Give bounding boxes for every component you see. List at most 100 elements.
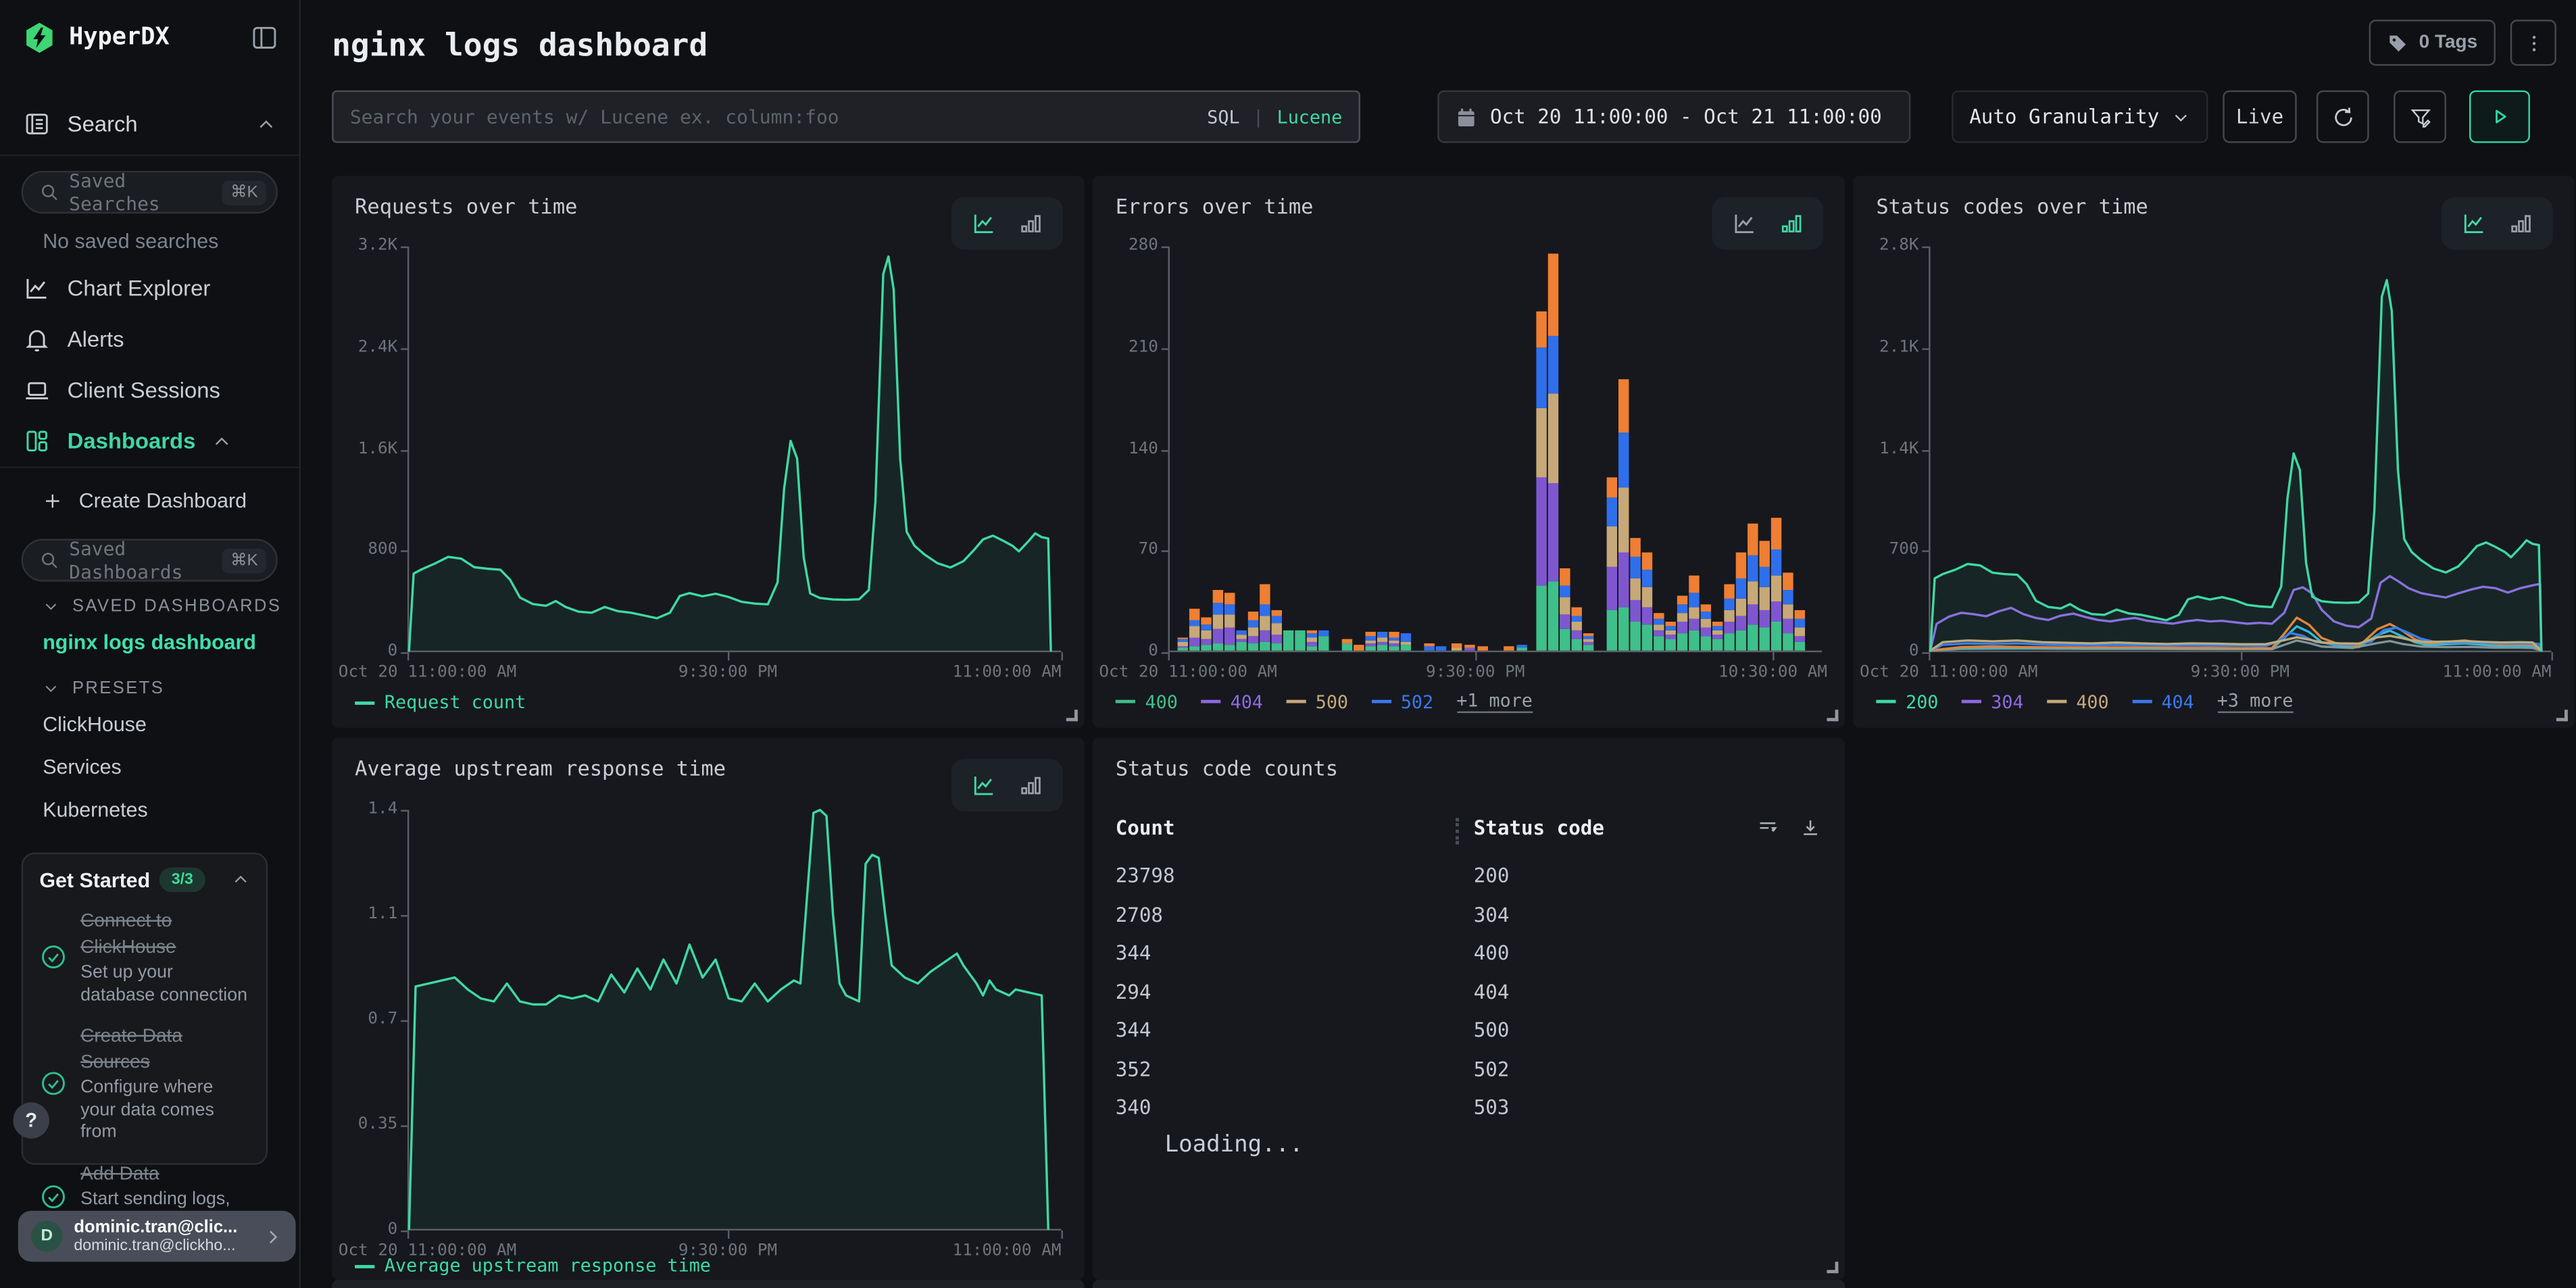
x-axis-tick — [728, 652, 729, 660]
table-row[interactable]: 344400 — [1116, 941, 1822, 977]
legend-item[interactable]: 502 — [1371, 691, 1433, 712]
plot-area[interactable] — [1929, 247, 2551, 652]
search-section-label: Search — [68, 112, 138, 136]
sidebar-collapse-icon[interactable] — [250, 23, 280, 53]
y-axis-label: 2.8K — [1853, 237, 1918, 255]
table-row[interactable]: 340503 — [1116, 1096, 1822, 1132]
requests-chart[interactable]: 3.2K2.4K1.6K8000Oct 20 11:00:00 AM9:30:0… — [332, 176, 1084, 728]
saved-dashboards-input[interactable]: Saved Dashboards ⌘K — [22, 539, 278, 581]
lucene-toggle[interactable]: Lucene — [1277, 106, 1343, 128]
app-window: HyperDX Search Saved Searches ⌘K No save… — [0, 0, 2576, 1288]
sidebar-item-label: Chart Explorer — [68, 276, 211, 300]
refresh-button[interactable] — [2317, 91, 2369, 143]
line-chart-toggle-icon[interactable] — [971, 210, 997, 237]
legend-label: 400 — [1145, 691, 1177, 712]
resize-handle-icon[interactable] — [1827, 1262, 1838, 1273]
table-row[interactable]: 2708304 — [1116, 903, 1822, 939]
plot-area[interactable] — [1168, 247, 1823, 652]
sidebar-item-nginx-logs-dashboard[interactable]: nginx logs dashboard — [0, 621, 299, 664]
sidebar-item-chart-explorer[interactable]: Chart Explorer — [0, 263, 299, 314]
line-chart-toggle-icon[interactable] — [971, 772, 997, 799]
panel-requests-over-time: Requests over time 3.2K2.4K1.6K8000Oct 2… — [332, 176, 1084, 728]
errors-chart[interactable]: 280210140700Oct 20 11:00:00 AM9:30:00 PM… — [1093, 176, 1845, 728]
legend-item[interactable]: 500 — [1286, 691, 1348, 712]
legend-item[interactable]: 400 — [1116, 691, 1178, 712]
granularity-select[interactable]: Auto Granularity — [1952, 91, 2208, 143]
live-button[interactable]: Live — [2223, 91, 2296, 143]
table-row[interactable]: 294404 — [1116, 980, 1822, 1016]
x-axis-tick — [1062, 1231, 1063, 1239]
filter-button[interactable] — [2394, 91, 2446, 143]
get-started-item[interactable]: Connect to ClickHouse Set up your databa… — [39, 907, 249, 1007]
tags-label: 0 Tags — [2419, 33, 2477, 53]
plot-area[interactable] — [407, 247, 1062, 652]
get-started-item[interactable]: Create Data Sources Configure where your… — [39, 1022, 249, 1144]
line-chart-toggle-icon[interactable] — [1731, 210, 1758, 237]
saved-searches-placeholder: Saved Searches — [69, 169, 212, 215]
saved-dashboards-group[interactable]: SAVED DASHBOARDS — [0, 582, 299, 621]
cell-count: 2708 — [1116, 903, 1163, 926]
table-row[interactable]: 344500 — [1116, 1018, 1822, 1054]
y-axis-label: 0 — [1093, 643, 1158, 661]
create-dashboard-label: Create Dashboard — [79, 489, 247, 512]
sidebar-item-dashboards[interactable]: Dashboards — [0, 416, 299, 466]
saved-searches-input[interactable]: Saved Searches ⌘K — [22, 171, 278, 214]
run-query-button[interactable] — [2469, 91, 2530, 143]
legend-item[interactable]: 400 — [2047, 691, 2109, 712]
sidebar-item-clickhouse[interactable]: ClickHouse — [0, 703, 299, 746]
line-chart-toggle-icon[interactable] — [2461, 210, 2487, 237]
column-header-count[interactable]: Count — [1116, 816, 1175, 839]
table-row[interactable]: 352502 — [1116, 1057, 1822, 1093]
resize-handle-icon[interactable] — [1827, 710, 1838, 721]
search-section-icon — [23, 110, 51, 138]
resize-handle-icon[interactable] — [2556, 710, 2568, 721]
legend-item[interactable]: Average upstream response time — [355, 1255, 711, 1277]
sidebar-item-services[interactable]: Services — [0, 746, 299, 789]
group-label-text: PRESETS — [72, 678, 164, 698]
chevron-up-icon[interactable] — [232, 870, 250, 889]
legend-item[interactable]: 200 — [1876, 691, 1938, 712]
sidebar-item-kubernetes[interactable]: Kubernetes — [0, 789, 299, 831]
sidebar-item-alerts[interactable]: Alerts — [0, 314, 299, 364]
bar-chart-toggle-icon[interactable] — [1018, 773, 1043, 797]
upstream-chart[interactable]: 1.41.10.70.350Oct 20 11:00:00 AM9:30:00 … — [332, 738, 1084, 1280]
column-drag-handle[interactable] — [1456, 818, 1459, 845]
legend-item[interactable]: 404 — [2132, 691, 2194, 712]
x-axis-label: Oct 20 11:00:00 AM — [339, 664, 516, 682]
plot-area[interactable] — [407, 810, 1062, 1231]
legend-more[interactable]: +3 more — [2217, 690, 2294, 713]
help-button[interactable]: ? — [13, 1102, 49, 1138]
y-axis-tick — [401, 1231, 407, 1232]
table-row[interactable]: 23798200 — [1116, 864, 1822, 900]
tags-button[interactable]: 0 Tags — [2370, 20, 2496, 66]
y-axis-tick — [1922, 551, 1929, 552]
legend-more[interactable]: +1 more — [1456, 690, 1533, 713]
bar-chart-toggle-icon[interactable] — [1018, 211, 1043, 235]
presets-group[interactable]: PRESETS — [0, 664, 299, 703]
legend-item[interactable]: Request count — [355, 692, 526, 714]
resize-handle-icon[interactable] — [1066, 710, 1078, 721]
x-axis-tick — [1168, 652, 1170, 660]
legend-item[interactable]: 404 — [1201, 691, 1263, 712]
status-codes-chart[interactable]: 2.8K2.1K1.4K7000Oct 20 11:00:00 AM9:30:0… — [1853, 176, 2574, 728]
bar-chart-toggle-icon[interactable] — [2508, 211, 2533, 235]
legend-item[interactable]: 304 — [1961, 691, 2023, 712]
create-dashboard-button[interactable]: Create Dashboard — [0, 478, 299, 524]
sql-toggle[interactable]: SQL — [1207, 106, 1239, 128]
chart-type-toggle — [951, 759, 1063, 812]
cell-status-code: 200 — [1474, 864, 1510, 887]
search-icon — [39, 550, 59, 570]
chart-type-toggle — [2442, 197, 2553, 250]
column-header-status-code[interactable]: Status code — [1474, 816, 1604, 839]
download-icon[interactable] — [1799, 816, 1822, 839]
kebab-menu-button[interactable] — [2510, 20, 2556, 66]
event-search-input[interactable]: Search your events w/ Lucene ex. column:… — [332, 91, 1360, 143]
bar-chart-toggle-icon[interactable] — [1779, 211, 1804, 235]
sidebar-item-client-sessions[interactable]: Client Sessions — [0, 365, 299, 416]
wrap-lines-icon[interactable] — [1756, 816, 1779, 839]
date-range-picker[interactable]: Oct 20 11:00:00 - Oct 21 11:00:00 — [1437, 91, 1910, 143]
y-axis-tick — [1162, 652, 1168, 653]
sidebar-section-search[interactable]: Search — [0, 94, 299, 155]
user-menu[interactable]: D dominic.tran@clic... dominic.tran@clic… — [18, 1211, 296, 1262]
next-row-panel-edge — [1093, 1280, 1845, 1288]
